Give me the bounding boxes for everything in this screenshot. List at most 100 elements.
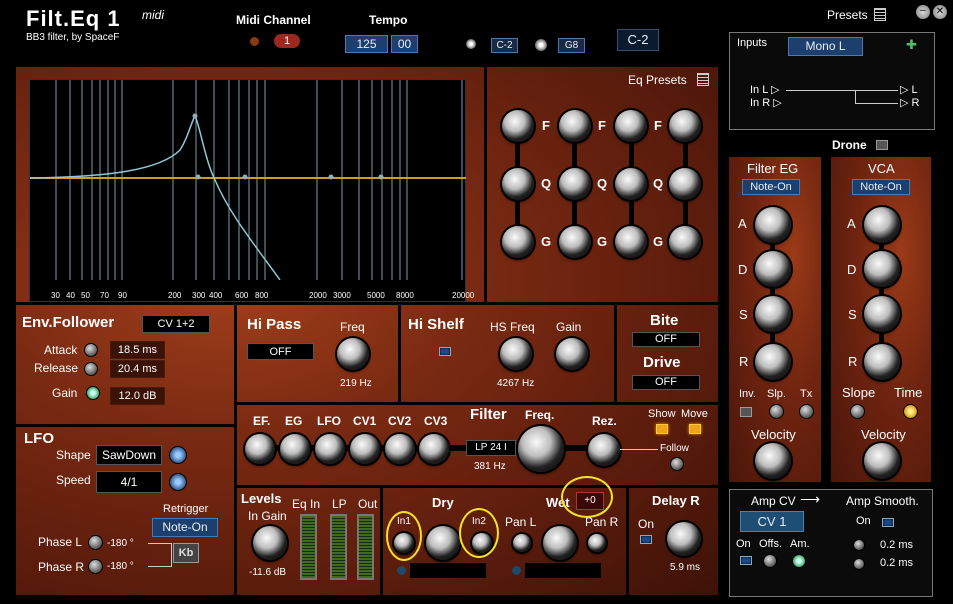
presets-icon[interactable] [874, 8, 886, 21]
env-gain-value[interactable]: 12.0 dB [110, 387, 165, 405]
eq-presets-label[interactable]: Eq Presets [628, 73, 687, 87]
vca-a-knob[interactable] [864, 207, 900, 243]
phase-l-knob[interactable] [88, 535, 103, 550]
eg-tx-knob[interactable] [799, 404, 814, 419]
rez-knob[interactable] [588, 434, 620, 466]
filter-freq-value: 381 Hz [474, 461, 506, 472]
vca-time-knob[interactable] [903, 404, 918, 419]
release-value[interactable]: 20.4 ms [110, 360, 165, 378]
delay-on-toggle[interactable] [640, 535, 652, 544]
cv1-mod-knob[interactable] [350, 434, 380, 464]
eg-r-knob[interactable] [755, 344, 791, 380]
show-toggle[interactable] [656, 424, 668, 434]
key-low-knob-icon[interactable] [466, 39, 476, 49]
eq-f4-knob[interactable] [669, 110, 701, 142]
pan-r-knob[interactable] [588, 534, 606, 552]
tempo-field-a[interactable]: 125 [345, 35, 388, 53]
phase-r-knob[interactable] [88, 559, 103, 574]
pin-icon[interactable]: ✚ [906, 38, 920, 52]
vca-mode[interactable]: Note-On [852, 179, 910, 195]
eq-presets-icon[interactable] [697, 73, 709, 86]
amp-am-knob[interactable] [792, 554, 806, 568]
key-high-knob-icon[interactable] [535, 39, 547, 51]
hs-gain-knob[interactable] [556, 338, 588, 370]
vca-velocity-knob[interactable] [864, 443, 900, 479]
smooth-1-knob[interactable] [853, 539, 865, 551]
attack-knob[interactable] [84, 343, 98, 357]
eq-q3-knob[interactable] [615, 168, 647, 200]
presets-label[interactable]: Presets [827, 8, 868, 22]
key-high-field[interactable]: G8 [558, 38, 585, 53]
shape-knob[interactable] [169, 446, 187, 464]
in-gain-knob[interactable] [253, 526, 287, 560]
amp-on-toggle[interactable] [740, 556, 752, 565]
eq-g3-knob[interactable] [615, 226, 647, 258]
amp-offs-knob[interactable] [763, 554, 777, 568]
shape-selector[interactable]: SawDown [96, 445, 162, 465]
eg-velocity-knob[interactable] [755, 443, 791, 479]
eq-q1-knob[interactable] [502, 168, 534, 200]
wet-knob[interactable] [543, 526, 577, 560]
eg-inv-toggle[interactable] [740, 407, 752, 417]
speed-selector[interactable]: 4/1 [96, 471, 162, 493]
hishelf-toggle[interactable] [439, 347, 451, 356]
filter-eg-mode[interactable]: Note-On [742, 179, 800, 195]
filter-freq-knob[interactable] [518, 426, 564, 472]
key-low-field[interactable]: C-2 [491, 38, 518, 53]
move-toggle[interactable] [689, 424, 701, 434]
midi-channel-selector[interactable]: 1 [274, 34, 300, 48]
dry-knob[interactable] [426, 526, 460, 560]
vca-a-label: A [847, 216, 856, 231]
retrigger-selector[interactable]: Note-On [152, 518, 218, 537]
cv3-mod-knob[interactable] [419, 434, 449, 464]
vca-s-knob[interactable] [864, 296, 900, 332]
hs-freq-knob[interactable] [500, 338, 532, 370]
hipass-freq-knob[interactable] [337, 338, 369, 370]
drone-toggle[interactable] [876, 140, 888, 150]
minimize-icon[interactable]: – [916, 5, 930, 19]
ef-mod-knob[interactable] [245, 434, 275, 464]
follow-knob[interactable] [670, 457, 684, 471]
delay-time-knob[interactable] [667, 522, 701, 556]
dry-label: Dry [432, 495, 454, 510]
eg-slp-knob[interactable] [769, 404, 784, 419]
eq-q2-knob[interactable] [559, 168, 591, 200]
lfo-mod-knob[interactable] [315, 434, 345, 464]
speed-knob[interactable] [169, 473, 187, 491]
env-mode-selector[interactable]: CV 1+2 [142, 315, 210, 333]
close-icon[interactable]: ✕ [933, 5, 947, 19]
eq-f1-knob[interactable] [502, 110, 534, 142]
attack-value[interactable]: 18.5 ms [110, 341, 165, 359]
cv2-mod-knob[interactable] [385, 434, 415, 464]
env-gain-knob[interactable] [86, 386, 100, 400]
eg-a-knob[interactable] [755, 207, 791, 243]
smooth-2-knob[interactable] [853, 558, 865, 570]
eq-g1-knob[interactable] [502, 226, 534, 258]
eq-graph[interactable] [30, 80, 466, 280]
eg-d-knob[interactable] [755, 251, 791, 287]
pan-l-knob[interactable] [513, 534, 531, 552]
vca-d-knob[interactable] [864, 251, 900, 287]
filter-type-selector[interactable]: LP 24 I [466, 440, 516, 456]
eq-q4-knob[interactable] [669, 168, 701, 200]
hipass-toggle[interactable]: OFF [247, 343, 314, 360]
release-knob[interactable] [84, 362, 98, 376]
vca-r-knob[interactable] [864, 344, 900, 380]
kb-button[interactable]: Kb [173, 543, 199, 563]
eq-g4-knob[interactable] [669, 226, 701, 258]
vca-slope-knob[interactable] [850, 404, 865, 419]
drive-toggle[interactable]: OFF [632, 375, 700, 390]
eq-g2-knob[interactable] [559, 226, 591, 258]
eq-band-label: F [542, 118, 550, 133]
drone-label: Drone [832, 138, 867, 152]
eq-f2-knob[interactable] [559, 110, 591, 142]
amp-smooth-on-toggle[interactable] [882, 518, 894, 527]
input-mode-selector[interactable]: Mono L [788, 37, 863, 56]
eq-f3-knob[interactable] [615, 110, 647, 142]
eg-s-knob[interactable] [755, 296, 791, 332]
bite-toggle[interactable]: OFF [632, 332, 700, 347]
eg-mod-knob[interactable] [280, 434, 310, 464]
amp-cv-source[interactable]: CV 1 [740, 511, 804, 532]
tempo-field-b[interactable]: 00 [391, 35, 418, 53]
eq-band-label: Q [541, 176, 552, 191]
